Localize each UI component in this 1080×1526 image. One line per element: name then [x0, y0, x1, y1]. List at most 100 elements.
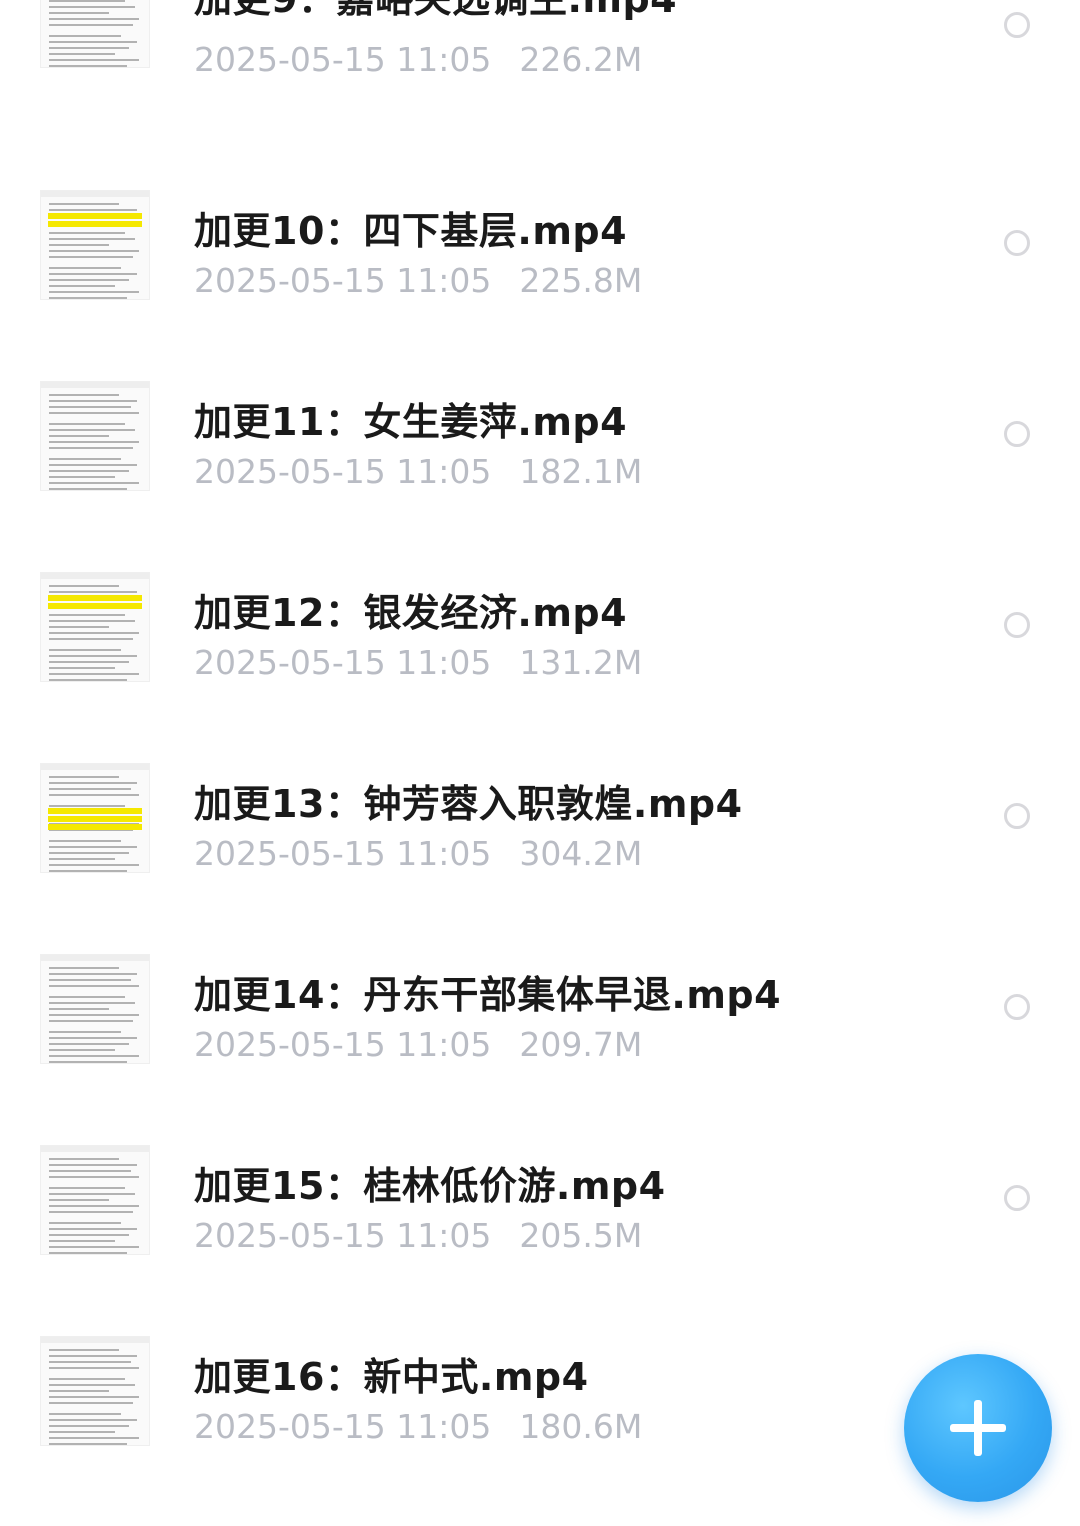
file-meta: 2025-05-15 11:05 182.1M	[194, 452, 642, 491]
file-size: 225.8M	[519, 261, 643, 300]
thumbnail-text-line	[49, 840, 121, 842]
thumbnail-text-line	[49, 267, 121, 269]
thumbnail-text-line	[49, 673, 139, 675]
select-radio[interactable]	[1004, 994, 1030, 1020]
thumbnail-text-line	[49, 1037, 137, 1039]
file-list-item[interactable]: 加更15：桂林低价游.mp4 2025-05-15 11:05 205.5M	[0, 1144, 1080, 1335]
thumbnail-text-line	[49, 985, 139, 987]
document-thumbnail-icon	[40, 1145, 150, 1255]
thumbnail-text-line	[49, 1008, 109, 1010]
select-radio[interactable]	[1004, 230, 1030, 256]
thumbnail-text-line	[49, 423, 125, 425]
thumbnail-text-line	[49, 12, 109, 14]
document-thumbnail-icon	[40, 954, 150, 1064]
file-date: 2025-05-15 11:05	[194, 1025, 492, 1064]
file-date: 2025-05-15 11:05	[194, 1216, 492, 1255]
file-name: 加更9：嘉峪关选调生.mp4	[194, 0, 677, 23]
thumbnail-text-line	[49, 203, 119, 205]
thumbnail-text-line	[49, 996, 125, 998]
thumbnail-text-line	[49, 1164, 137, 1166]
select-radio[interactable]	[1004, 612, 1030, 638]
thumbnail-highlight	[48, 808, 142, 814]
thumbnail-text-line	[49, 1437, 139, 1439]
document-thumbnail-icon	[40, 1336, 150, 1446]
thumbnail-text-line	[49, 41, 137, 43]
thumbnail-text-line	[49, 279, 129, 281]
thumbnail-text-line	[49, 846, 137, 848]
file-date: 2025-05-15 11:05	[194, 40, 492, 79]
thumbnail-text-line	[49, 35, 121, 37]
file-list-item[interactable]: 加更12：银发经济.mp4 2025-05-15 11:05 131.2M	[0, 571, 1080, 762]
file-meta: 2025-05-15 11:05 205.5M	[194, 1216, 642, 1255]
file-list-item[interactable]: 加更10：四下基层.mp4 2025-05-15 11:05 225.8M	[0, 189, 1080, 380]
thumbnail-text-line	[49, 626, 109, 628]
thumbnail-text-line	[49, 1413, 121, 1415]
file-date: 2025-05-15 11:05	[194, 261, 492, 300]
thumbnail-text-line	[49, 1378, 125, 1380]
select-radio[interactable]	[1004, 1185, 1030, 1211]
thumbnail-text-line	[49, 649, 121, 651]
select-radio[interactable]	[1004, 12, 1030, 38]
thumbnail-header	[41, 382, 149, 388]
thumbnail-text-line	[49, 852, 129, 854]
file-size: 226.2M	[519, 40, 643, 79]
thumbnail-text-line	[49, 1061, 127, 1063]
thumbnail-header	[41, 955, 149, 961]
file-size: 180.6M	[519, 1407, 643, 1446]
file-list-item[interactable]: 加更9：嘉峪关选调生.mp4 2025-05-15 11:05 226.2M	[0, 0, 1080, 189]
thumbnail-text-line	[49, 447, 133, 449]
thumbnail-text-line	[49, 632, 139, 634]
thumbnail-text-line	[49, 250, 139, 252]
add-button[interactable]	[904, 1354, 1052, 1502]
file-date: 2025-05-15 11:05	[194, 1407, 492, 1446]
thumbnail-text-line	[49, 441, 139, 443]
thumbnail-text-line	[49, 967, 119, 969]
thumbnail-text-line	[49, 59, 139, 61]
thumbnail-text-line	[49, 1020, 133, 1022]
thumbnail-text-line	[49, 24, 133, 26]
thumbnail-text-line	[49, 614, 125, 616]
file-size: 304.2M	[519, 834, 643, 873]
thumbnail-text-line	[49, 285, 115, 287]
thumbnail-text-line	[49, 1361, 131, 1363]
thumbnail-text-line	[49, 0, 125, 2]
thumbnail-text-line	[49, 661, 129, 663]
thumbnail-text-line	[49, 1158, 119, 1160]
select-radio[interactable]	[1004, 803, 1030, 829]
thumbnail-text-line	[49, 394, 119, 396]
file-list-item[interactable]: 加更13：钟芳蓉入职敦煌.mp4 2025-05-15 11:05 304.2M	[0, 762, 1080, 953]
thumbnail-highlight	[48, 221, 142, 227]
thumbnail-text-line	[49, 238, 135, 240]
file-list-item[interactable]: 加更14：丹东干部集体早退.mp4 2025-05-15 11:05 209.7M	[0, 953, 1080, 1144]
thumbnail-text-line	[49, 1402, 133, 1404]
thumbnail-text-line	[49, 1384, 135, 1386]
file-name: 加更12：银发经济.mp4	[194, 591, 628, 635]
file-list-item[interactable]: 加更11：女生姜萍.mp4 2025-05-15 11:05 182.1M	[0, 380, 1080, 571]
thumbnail-text-line	[49, 429, 135, 431]
document-thumbnail-icon	[40, 572, 150, 682]
file-name: 加更10：四下基层.mp4	[194, 209, 628, 253]
thumbnail-text-line	[49, 209, 137, 211]
thumbnail-text-line	[49, 1252, 127, 1254]
thumbnail-text-line	[49, 679, 127, 681]
file-date: 2025-05-15 11:05	[194, 643, 492, 682]
thumbnail-text-line	[49, 1211, 133, 1213]
thumbnail-text-line	[49, 482, 139, 484]
thumbnail-text-line	[49, 1246, 139, 1248]
thumbnail-text-line	[49, 1043, 129, 1045]
thumbnail-text-line	[49, 1205, 139, 1207]
thumbnail-text-line	[49, 6, 135, 8]
thumbnail-text-line	[49, 1199, 109, 1201]
thumbnail-text-line	[49, 1176, 139, 1178]
thumbnail-text-line	[49, 1234, 129, 1236]
thumbnail-text-line	[49, 1031, 121, 1033]
file-meta: 2025-05-15 11:05 180.6M	[194, 1407, 642, 1446]
thumbnail-text-line	[49, 435, 109, 437]
file-meta: 2025-05-15 11:05 225.8M	[194, 261, 642, 300]
thumbnail-text-line	[49, 291, 139, 293]
thumbnail-header	[41, 764, 149, 770]
thumbnail-text-line	[49, 18, 139, 20]
select-radio[interactable]	[1004, 421, 1030, 447]
thumbnail-text-line	[49, 620, 135, 622]
plus-icon-vertical	[974, 1400, 982, 1456]
